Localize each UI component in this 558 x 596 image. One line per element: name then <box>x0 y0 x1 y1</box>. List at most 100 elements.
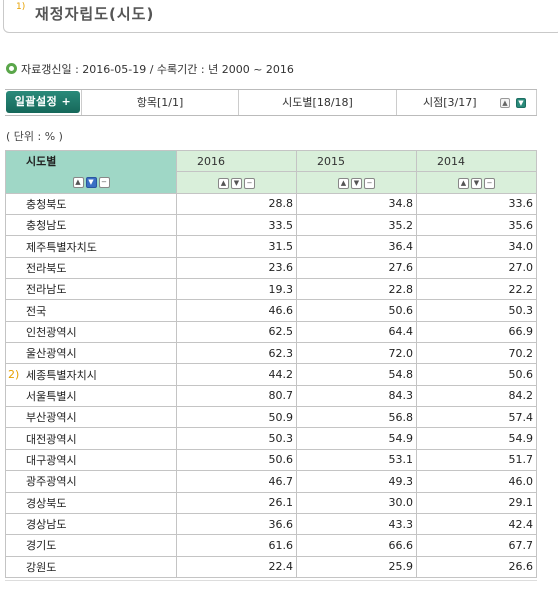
cell-value-2016: 31.5 <box>176 235 297 258</box>
title-panel: 1) 재정자립도(시도) <box>3 0 558 33</box>
region-label: 제주특별자치도 <box>26 240 97 254</box>
sort-controls-row: ▲ ▼ − ▲ ▼ − ▲ ▼ − ▲ ▼ − <box>5 171 537 194</box>
table-row: 제주특별자치도 31.5 36.4 34.0 <box>5 235 537 258</box>
radio-bullet-icon <box>6 63 17 74</box>
table-row: 대전광역시 50.3 54.9 54.9 <box>5 427 537 450</box>
cell-value-2014: 27.0 <box>416 256 537 280</box>
sort-desc-icon[interactable]: ▼ <box>351 177 362 189</box>
row-region-name: 서울특별시 <box>5 384 177 408</box>
table-row: 충청남도 33.5 35.2 35.6 <box>5 214 537 237</box>
region-label: 세종특별자치시 <box>26 368 97 382</box>
table-row: 전국 46.6 50.6 50.3 <box>5 299 537 322</box>
sort-asc-icon[interactable]: ▲ <box>72 177 84 189</box>
cell-value-2014: 34.0 <box>416 235 537 258</box>
cell-value-2015: 84.3 <box>296 384 417 408</box>
table-row: 광주광역시 46.7 49.3 46.0 <box>5 470 537 493</box>
cell-value-2014: 42.4 <box>416 512 537 536</box>
table-row: 경상북도 26.1 30.0 29.1 <box>5 491 537 514</box>
collapse-up-icon[interactable]: ▲ <box>500 98 510 108</box>
region-label: 광주광역시 <box>26 475 77 489</box>
info-line: 자료갱신일 : 2016-05-19 / 수록기간 : 년 2000 ~ 201… <box>6 61 294 77</box>
cell-value-2014: 54.9 <box>416 427 537 450</box>
col-2014-sort-controls: ▲ ▼ − <box>416 171 537 194</box>
table-row: 경기도 61.6 66.6 67.7 <box>5 534 537 557</box>
cell-value-2015: 54.8 <box>296 363 417 386</box>
tab-region[interactable]: 시도별[18/18] <box>238 90 396 115</box>
row-region-name: 부산광역시 <box>5 406 177 429</box>
cell-value-2016: 80.7 <box>176 384 297 408</box>
expand-down-icon[interactable]: ▼ <box>516 98 526 108</box>
row-region-name: 충청북도 <box>5 192 177 216</box>
sort-asc-icon[interactable]: ▲ <box>338 177 349 189</box>
cell-value-2015: 34.8 <box>296 192 417 216</box>
cell-value-2014: 66.9 <box>416 320 537 344</box>
region-label: 부산광역시 <box>26 411 77 425</box>
cell-value-2014: 70.2 <box>416 342 537 365</box>
cell-value-2016: 46.7 <box>176 470 297 493</box>
table-row: 강원도 22.4 25.9 26.6 <box>5 555 537 578</box>
region-label: 전라북도 <box>26 261 67 275</box>
row-region-name: 전라남도 <box>5 278 177 301</box>
update-info-text: 자료갱신일 : 2016-05-19 / 수록기간 : 년 2000 ~ 201… <box>21 63 294 76</box>
sort-desc-icon[interactable]: ▼ <box>231 177 242 189</box>
cell-value-2016: 50.9 <box>176 406 297 429</box>
cell-value-2014: 35.6 <box>416 214 537 237</box>
tab-period[interactable]: 시점[3/17] ▲ ▼ <box>396 90 537 115</box>
cell-value-2014: 33.6 <box>416 192 537 216</box>
cell-value-2015: 66.6 <box>296 534 417 557</box>
cell-value-2014: 26.6 <box>416 555 537 578</box>
data-table: 시도별 2016 2015 2014 ▲ ▼ − ▲ ▼ − ▲ ▼ − ▲ ▼ − <box>5 149 537 578</box>
region-label: 서울특별시 <box>26 389 77 403</box>
cell-value-2016: 23.6 <box>176 256 297 280</box>
cell-value-2014: 50.3 <box>416 299 537 322</box>
batch-settings-button[interactable]: 일괄설정 + <box>6 91 80 113</box>
row-region-name: 제주특별자치도 <box>5 235 177 258</box>
table-row: 부산광역시 50.9 56.8 57.4 <box>5 406 537 429</box>
tab-item[interactable]: 항목[1/1] <box>81 90 238 115</box>
cell-value-2015: 54.9 <box>296 427 417 450</box>
cell-value-2015: 36.4 <box>296 235 417 258</box>
cell-value-2015: 50.6 <box>296 299 417 322</box>
row-region-name: 광주광역시 <box>5 470 177 493</box>
cell-value-2016: 26.1 <box>176 491 297 514</box>
table-row: 전라남도 19.3 22.8 22.2 <box>5 278 537 301</box>
sort-desc-icon[interactable]: ▼ <box>471 177 482 189</box>
row-region-name: 경상남도 <box>5 512 177 536</box>
cell-value-2014: 22.2 <box>416 278 537 301</box>
cell-value-2016: 19.3 <box>176 278 297 301</box>
cell-value-2015: 22.8 <box>296 278 417 301</box>
column-header-region: 시도별 <box>5 149 177 172</box>
cell-value-2016: 61.6 <box>176 534 297 557</box>
column-header-2014: 2014 <box>416 149 537 173</box>
table-row: 대구광역시 50.6 53.1 51.7 <box>5 448 537 472</box>
page-title: 재정자립도(시도) <box>35 5 155 23</box>
cell-value-2015: 53.1 <box>296 448 417 472</box>
region-label: 경상남도 <box>26 518 67 532</box>
cell-value-2015: 43.3 <box>296 512 417 536</box>
cell-value-2014: 50.6 <box>416 363 537 386</box>
reset-icon[interactable]: − <box>484 177 495 189</box>
reset-icon[interactable]: − <box>98 177 110 189</box>
title-footnote-marker[interactable]: 1) <box>16 2 25 12</box>
cell-value-2016: 62.5 <box>176 320 297 344</box>
sort-asc-icon[interactable]: ▲ <box>458 177 469 189</box>
region-label: 대전광역시 <box>26 432 77 446</box>
reset-icon[interactable]: − <box>364 177 375 189</box>
cell-value-2015: 25.9 <box>296 555 417 578</box>
table-row: 인천광역시 62.5 64.4 66.9 <box>5 320 537 344</box>
sort-desc-icon[interactable]: ▼ <box>85 177 97 189</box>
cell-value-2015: 27.6 <box>296 256 417 280</box>
cell-value-2014: 29.1 <box>416 491 537 514</box>
footnote-marker[interactable]: 2) <box>8 368 19 381</box>
sort-asc-icon[interactable]: ▲ <box>218 177 229 189</box>
row-region-name: 대전광역시 <box>5 427 177 450</box>
cell-value-2016: 28.8 <box>176 192 297 216</box>
reset-icon[interactable]: − <box>244 177 255 189</box>
cell-value-2015: 72.0 <box>296 342 417 365</box>
row-region-name: 대구광역시 <box>5 448 177 472</box>
column-header-2016: 2016 <box>176 149 297 173</box>
row-region-name: 충청남도 <box>5 214 177 237</box>
cell-value-2016: 46.6 <box>176 299 297 322</box>
region-label: 전국 <box>26 304 47 318</box>
cell-value-2016: 22.4 <box>176 555 297 578</box>
